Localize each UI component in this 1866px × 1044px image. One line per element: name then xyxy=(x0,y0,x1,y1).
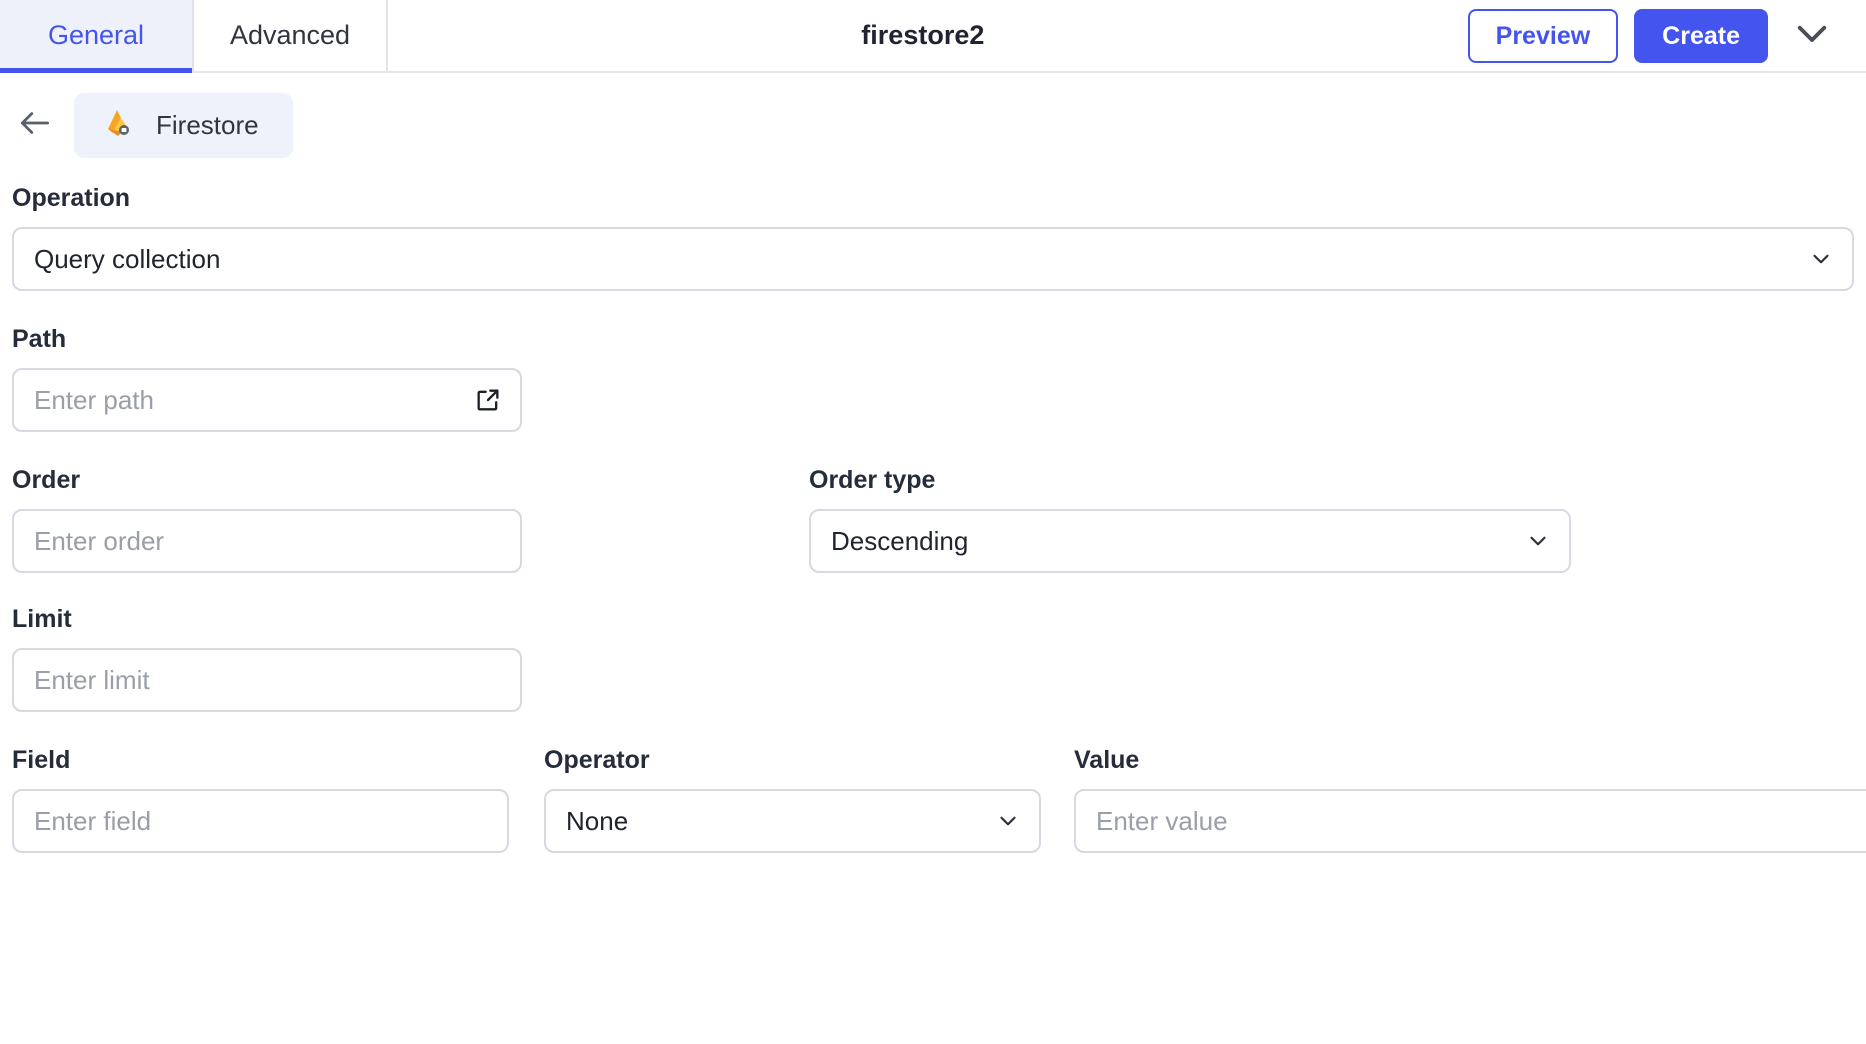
page-title: firestore2 xyxy=(861,0,994,71)
tab-general-label: General xyxy=(47,20,145,50)
tab-bar: General Advanced xyxy=(0,0,388,73)
order-type-select[interactable]: Descending xyxy=(809,509,1571,573)
chevron-down-icon xyxy=(1791,12,1833,59)
header-spacer-right xyxy=(994,0,1467,71)
field-group-order: Order Enter order xyxy=(12,466,522,573)
field-input[interactable]: Enter field xyxy=(12,789,509,853)
field-group-order-type: Order type Descending xyxy=(809,466,1571,573)
order-type-label: Order type xyxy=(809,466,936,494)
row-filter: Field Enter field Operator None Value En… xyxy=(12,746,1866,853)
operation-label: Operation xyxy=(12,184,131,212)
operator-label: Operator xyxy=(544,746,650,774)
field-group-value: Value Enter value xyxy=(1074,746,1866,853)
limit-input[interactable]: Enter limit xyxy=(12,648,522,712)
operation-select[interactable]: Query collection xyxy=(12,227,1854,291)
value-input[interactable]: Enter value xyxy=(1074,789,1866,853)
order-type-value: Descending xyxy=(831,525,969,556)
field-group-operator: Operator None xyxy=(544,746,1041,853)
field-label: Field xyxy=(12,746,71,774)
tab-general[interactable]: General xyxy=(0,0,194,73)
breadcrumb: Firestore xyxy=(0,73,1866,174)
field-group-field: Field Enter field xyxy=(12,746,509,853)
back-button[interactable] xyxy=(14,105,56,147)
order-placeholder: Enter order xyxy=(34,525,165,556)
field-group-operation: Operation Query collection xyxy=(12,184,1854,291)
page-title-text: firestore2 xyxy=(861,20,985,50)
chevron-down-icon xyxy=(1525,528,1551,554)
field-placeholder: Enter field xyxy=(34,805,152,836)
path-placeholder: Enter path xyxy=(34,384,154,415)
header-actions: Preview Create xyxy=(1467,0,1866,71)
integration-chip-firestore[interactable]: Firestore xyxy=(74,93,293,158)
arrow-left-icon xyxy=(16,104,54,147)
firebase-firestore-icon xyxy=(102,107,134,144)
row-order: Order Enter order Order type Descending xyxy=(12,466,1854,573)
tab-advanced-label: Advanced xyxy=(229,20,351,50)
collapse-panel-button[interactable] xyxy=(1784,8,1840,64)
create-button[interactable]: Create xyxy=(1634,8,1768,63)
operator-value: None xyxy=(566,805,629,836)
value-placeholder: Enter value xyxy=(1096,805,1228,836)
order-input[interactable]: Enter order xyxy=(12,509,522,573)
header-spacer xyxy=(388,0,861,71)
app-header: General Advanced firestore2 Preview Crea… xyxy=(0,0,1866,73)
limit-placeholder: Enter limit xyxy=(34,664,150,695)
value-label: Value xyxy=(1074,746,1140,774)
limit-label: Limit xyxy=(12,605,72,633)
chevron-down-icon xyxy=(995,808,1021,834)
operator-select[interactable]: None xyxy=(544,789,1041,853)
path-label: Path xyxy=(12,325,67,353)
open-in-new-icon[interactable] xyxy=(474,386,502,414)
firestore-form: Operation Query collection Path Enter pa… xyxy=(0,174,1866,853)
integration-chip-label: Firestore xyxy=(156,110,259,140)
path-input[interactable]: Enter path xyxy=(12,368,522,432)
chevron-down-icon xyxy=(1808,246,1834,272)
field-group-path: Path Enter path xyxy=(12,325,1854,432)
order-label: Order xyxy=(12,466,81,494)
preview-button[interactable]: Preview xyxy=(1467,8,1619,63)
field-group-limit: Limit Enter limit xyxy=(12,605,1854,712)
tab-advanced[interactable]: Advanced xyxy=(194,0,388,71)
operation-value: Query collection xyxy=(34,243,221,274)
